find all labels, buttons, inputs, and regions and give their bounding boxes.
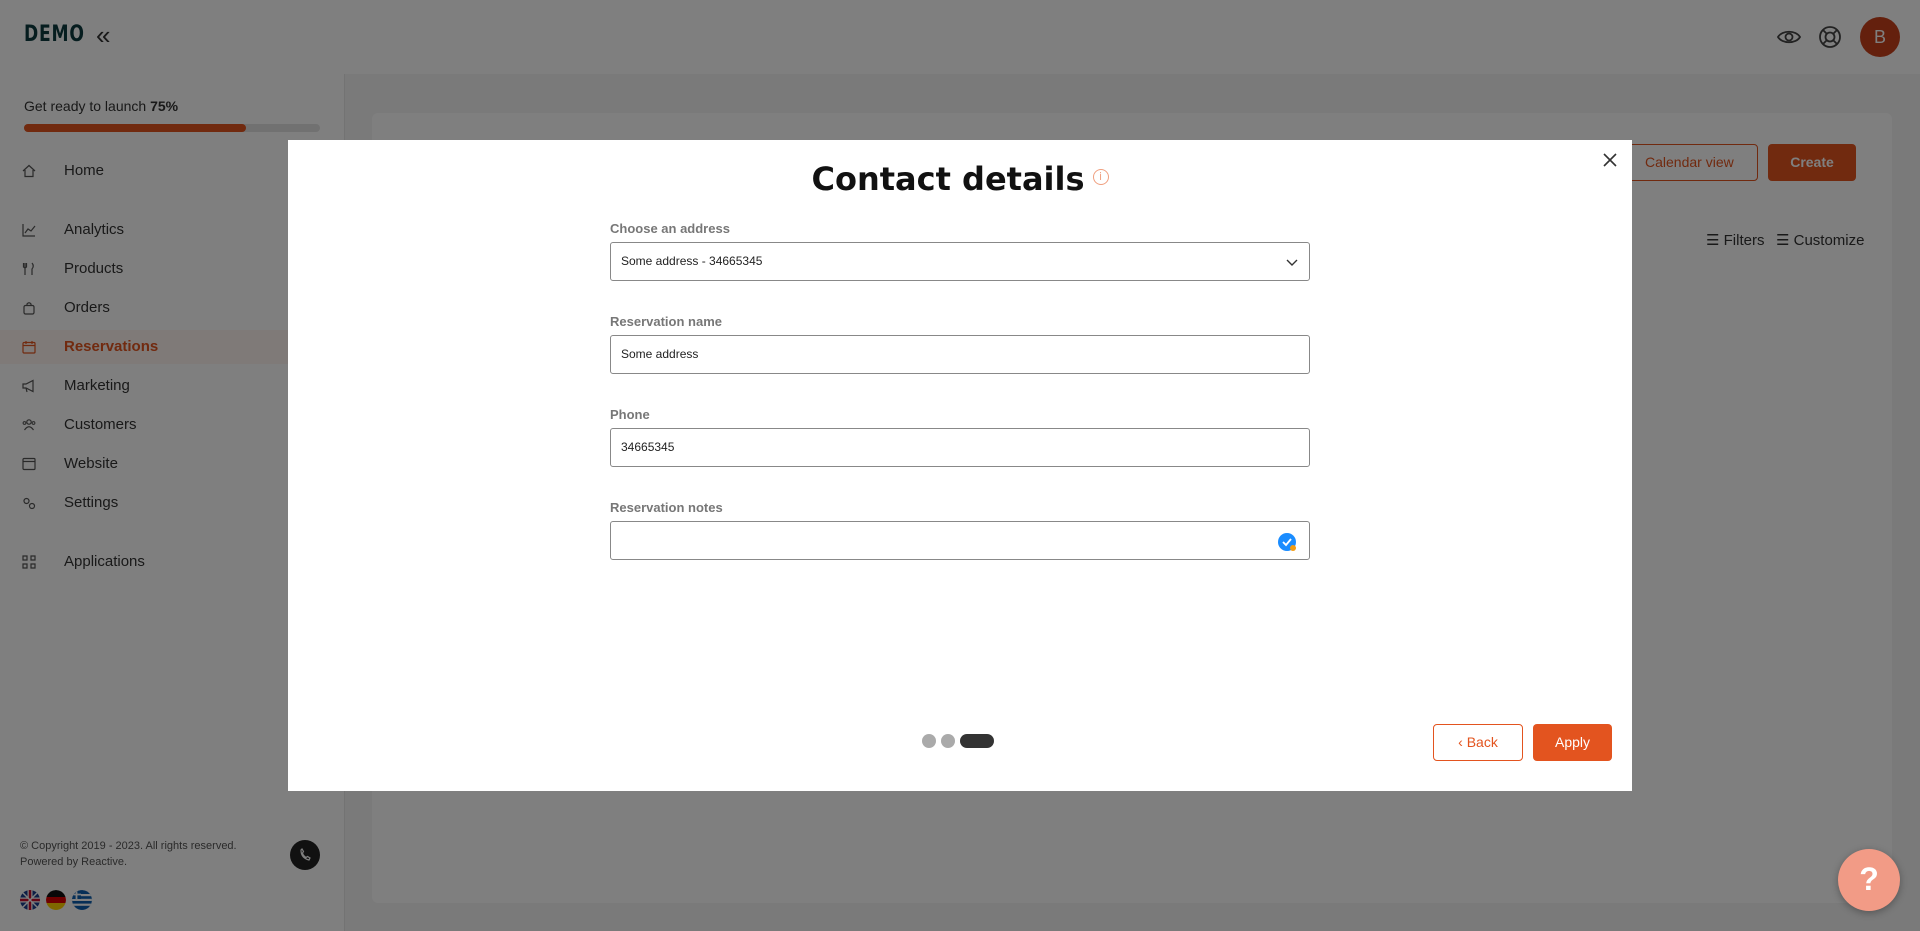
step-dot-active: [960, 734, 994, 748]
back-button[interactable]: ‹ Back: [1433, 724, 1523, 761]
phone-input[interactable]: 34665345: [610, 428, 1310, 467]
step-dot: [922, 734, 936, 748]
modal-title: Contact details i: [288, 160, 1632, 198]
info-icon[interactable]: i: [1092, 169, 1109, 185]
grammar-check-icon[interactable]: [1277, 532, 1297, 552]
phone-label: Phone: [610, 407, 650, 422]
address-select-value: Some address - 34665345: [621, 254, 763, 268]
chevron-down-icon: [1286, 259, 1298, 266]
modal-title-text: Contact details: [811, 160, 1085, 198]
back-label: Back: [1466, 734, 1498, 750]
step-dot: [941, 734, 955, 748]
phone-value: 34665345: [621, 440, 675, 454]
help-button[interactable]: ?: [1838, 849, 1900, 911]
close-icon[interactable]: [1600, 150, 1620, 170]
reservation-notes-input[interactable]: [610, 521, 1310, 560]
apply-button[interactable]: Apply: [1533, 724, 1612, 761]
reservation-name-label: Reservation name: [610, 314, 722, 329]
address-label: Choose an address: [610, 221, 730, 236]
chevron-left-icon: ‹: [1458, 734, 1467, 750]
step-indicator: [922, 734, 994, 748]
reservation-name-input[interactable]: Some address: [610, 335, 1310, 374]
address-select[interactable]: Some address - 34665345: [610, 242, 1310, 281]
reservation-notes-label: Reservation notes: [610, 500, 723, 515]
reservation-name-value: Some address: [621, 347, 699, 361]
contact-details-modal: Contact details i Choose an address Some …: [288, 140, 1632, 791]
